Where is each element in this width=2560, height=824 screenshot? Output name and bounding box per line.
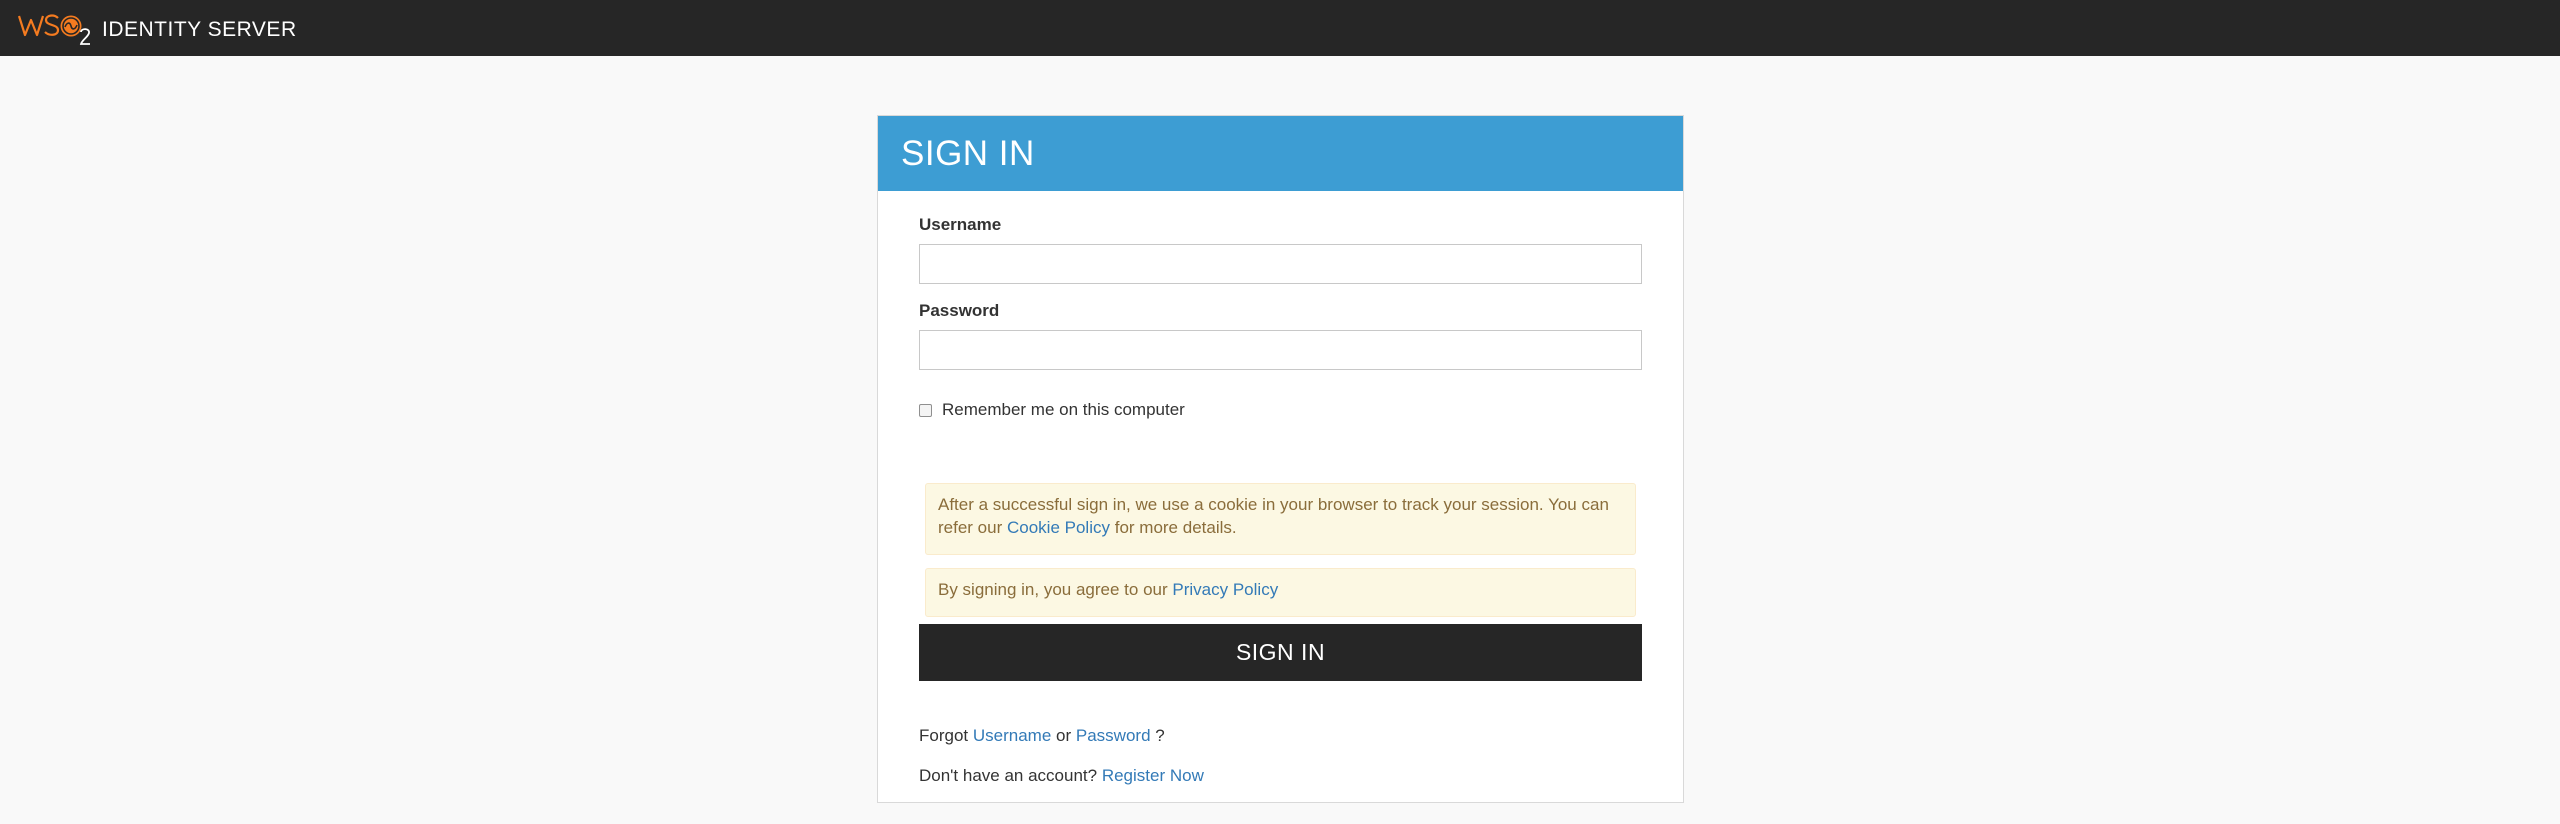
remember-me-row[interactable]: Remember me on this computer xyxy=(919,400,1185,420)
remember-me-label[interactable]: Remember me on this computer xyxy=(942,400,1185,420)
username-input[interactable] xyxy=(919,244,1642,284)
register-line: Don't have an account? Register Now xyxy=(919,766,1204,786)
brand-link[interactable]: IDENTITY SERVER xyxy=(18,11,297,45)
login-title: SIGN IN xyxy=(901,133,1035,173)
password-input[interactable] xyxy=(919,330,1642,370)
product-name: IDENTITY SERVER xyxy=(102,18,297,41)
wso2-logo-icon xyxy=(18,14,90,45)
forgot-suffix: ? xyxy=(1155,726,1165,745)
username-label: Username xyxy=(919,215,1002,234)
forgot-password-link[interactable]: Password xyxy=(1076,726,1151,745)
cookie-notice-suffix: for more details. xyxy=(1114,518,1237,537)
register-prompt: Don't have an account? xyxy=(919,766,1098,785)
login-card-header: SIGN IN xyxy=(878,116,1683,191)
forgot-credentials-line: Forgot Username or Password ? xyxy=(919,726,1165,746)
privacy-notice-text: By signing in, you agree to our xyxy=(938,580,1168,599)
login-card: SIGN IN Username Password Remember me on… xyxy=(877,115,1684,803)
password-label: Password xyxy=(919,301,1000,320)
remember-me-checkbox[interactable] xyxy=(919,403,932,417)
sign-in-button[interactable]: SIGN IN xyxy=(919,624,1642,681)
cookie-policy-link[interactable]: Cookie Policy xyxy=(1007,518,1110,537)
privacy-policy-link[interactable]: Privacy Policy xyxy=(1172,580,1278,599)
forgot-username-link[interactable]: Username xyxy=(973,726,1051,745)
forgot-prefix: Forgot xyxy=(919,726,969,745)
cookie-notice: After a successful sign in, we use a coo… xyxy=(925,483,1636,555)
register-now-link[interactable]: Register Now xyxy=(1102,766,1204,785)
privacy-notice: By signing in, you agree to our Privacy … xyxy=(925,568,1636,617)
top-navbar: IDENTITY SERVER xyxy=(0,0,2560,56)
forgot-or: or xyxy=(1056,726,1072,745)
